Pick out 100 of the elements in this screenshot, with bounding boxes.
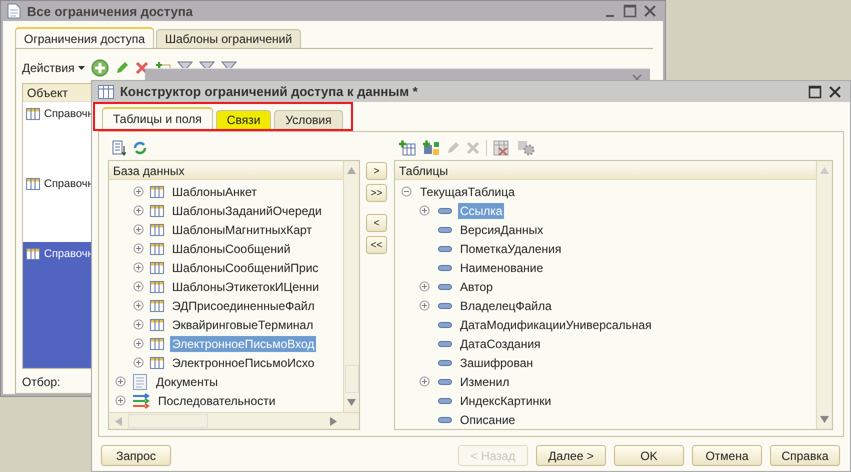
table-icon (26, 248, 40, 260)
table-icon (150, 280, 164, 292)
tree-item[interactable]: Документы (154, 374, 220, 390)
dialog-button[interactable]: OK (614, 445, 684, 466)
expand-icon[interactable] (419, 376, 430, 387)
move-button[interactable]: << (366, 236, 387, 254)
tree-item[interactable]: ТекущаяТаблица (418, 184, 517, 200)
tree-item[interactable]: ЭлектронноеПисьмоИсхо (170, 354, 316, 370)
expand-icon[interactable] (133, 205, 144, 216)
expand-icon[interactable] (115, 395, 126, 406)
tree-item[interactable]: ШаблоныАнкет (170, 184, 259, 200)
expand-icon[interactable] (115, 376, 126, 387)
field-icon (438, 226, 452, 232)
actions-menu[interactable]: Действия (22, 61, 85, 75)
field-icon (438, 360, 452, 366)
tab[interactable]: Условия (274, 110, 343, 129)
arrows-icon (132, 392, 150, 408)
tree-item[interactable]: Зашифрован (458, 354, 536, 370)
maximize-icon[interactable] (623, 4, 637, 18)
table-icon (150, 300, 164, 312)
expand-icon[interactable] (133, 357, 144, 368)
column-header: Таблицы (395, 161, 816, 180)
tree-item[interactable]: ДатаСоздания (458, 336, 543, 352)
table-icon (150, 338, 164, 350)
tree-item[interactable]: ВладелецФайла (458, 298, 554, 314)
expand-icon[interactable] (133, 338, 144, 349)
column-header: База данных (109, 161, 343, 180)
add-link-icon[interactable] (422, 140, 440, 156)
caret-icon (78, 66, 85, 70)
window-title: Все ограничения доступа (27, 4, 193, 18)
tree-item[interactable]: ШаблоныЭтикетокИЦенни (170, 278, 321, 294)
dialog-button[interactable]: Далее > (536, 445, 606, 466)
scroll-thumb[interactable] (344, 365, 358, 393)
tree-item[interactable]: Описание (458, 412, 518, 428)
tree-item[interactable]: Последовательности (156, 392, 278, 408)
tab[interactable]: Шаблоны ограничений (156, 29, 302, 48)
tree-item[interactable]: ШаблоныЗаданийОчереди (170, 202, 324, 218)
tree-item[interactable]: ИндексКартинки (458, 392, 554, 408)
scrollbar[interactable] (816, 161, 832, 429)
add-icon[interactable] (90, 59, 109, 77)
tree-item[interactable]: Изменил (458, 374, 512, 390)
scroll-thumb[interactable] (128, 414, 208, 428)
tree-item[interactable]: ЭквайринговыеТерминал (170, 316, 316, 332)
field-icon (438, 302, 452, 308)
scroll-down-icon[interactable] (820, 416, 829, 423)
table-icon (150, 262, 164, 274)
field-icon (438, 208, 452, 214)
tree-item[interactable]: ШаблоныСообщенийПрис (170, 260, 320, 276)
field-icon (438, 340, 452, 346)
tab[interactable]: Таблицы и поля (102, 107, 213, 129)
tree-item[interactable]: ПометкаУдаления (458, 240, 564, 256)
table-icon (150, 186, 164, 198)
field-icon (438, 246, 452, 252)
expand-icon[interactable] (133, 300, 144, 311)
window-title: Конструктор ограничений доступа к данным * (120, 84, 418, 99)
expand-icon[interactable] (133, 319, 144, 330)
add-table-icon[interactable] (398, 140, 416, 156)
collapse-icon[interactable] (401, 186, 412, 197)
expand-icon[interactable] (133, 224, 144, 235)
tab[interactable]: Ограничения доступа (15, 27, 154, 48)
tree-item[interactable]: Автор (458, 278, 495, 294)
delete-table-icon[interactable] (493, 140, 511, 156)
dialog-button[interactable]: Отмена (692, 445, 762, 466)
list-icon[interactable] (112, 140, 126, 156)
delete-icon[interactable] (134, 61, 149, 75)
field-icon (438, 264, 452, 270)
table-icon (98, 84, 114, 98)
document-icon (7, 3, 21, 19)
table-icon (150, 204, 164, 216)
scroll-right-icon[interactable] (330, 416, 337, 426)
expand-icon[interactable] (133, 243, 144, 254)
scroll-up-icon[interactable] (347, 167, 356, 174)
dialog-button[interactable]: Справка (770, 445, 840, 466)
expand-icon[interactable] (133, 262, 144, 273)
tree-item[interactable]: ШаблоныМагнитныхКарт (170, 222, 314, 238)
expand-icon[interactable] (419, 281, 430, 292)
refresh-icon[interactable] (132, 140, 148, 156)
field-icon (438, 398, 452, 404)
document-icon (132, 372, 148, 390)
scrollbar[interactable] (343, 161, 359, 412)
move-button[interactable]: < (366, 214, 387, 232)
maximize-icon[interactable] (808, 84, 822, 98)
tab[interactable]: Связи (216, 110, 272, 129)
tree-item[interactable]: ВерсияДанных (458, 222, 546, 238)
expand-icon[interactable] (133, 281, 144, 292)
dialog-button[interactable]: Запрос (101, 445, 171, 466)
expand-icon[interactable] (419, 300, 430, 311)
move-button[interactable]: > (366, 162, 387, 180)
expand-icon[interactable] (419, 205, 430, 216)
tree-item[interactable]: ЭДПрисоединенныеФайл (170, 298, 317, 314)
pencil-icon[interactable] (114, 61, 129, 75)
field-icon (438, 416, 452, 422)
move-button[interactable]: >> (366, 184, 387, 202)
tree-item[interactable]: ШаблоныСообщений (170, 240, 292, 256)
scroll-down-icon[interactable] (347, 399, 356, 406)
tree-item[interactable]: Наименование (458, 260, 546, 276)
expand-icon[interactable] (133, 186, 144, 197)
scrollbar[interactable] (109, 412, 359, 429)
gear-icon[interactable] (517, 140, 535, 156)
tree-item[interactable]: ДатаМодификацииУниверсальная (458, 316, 654, 332)
